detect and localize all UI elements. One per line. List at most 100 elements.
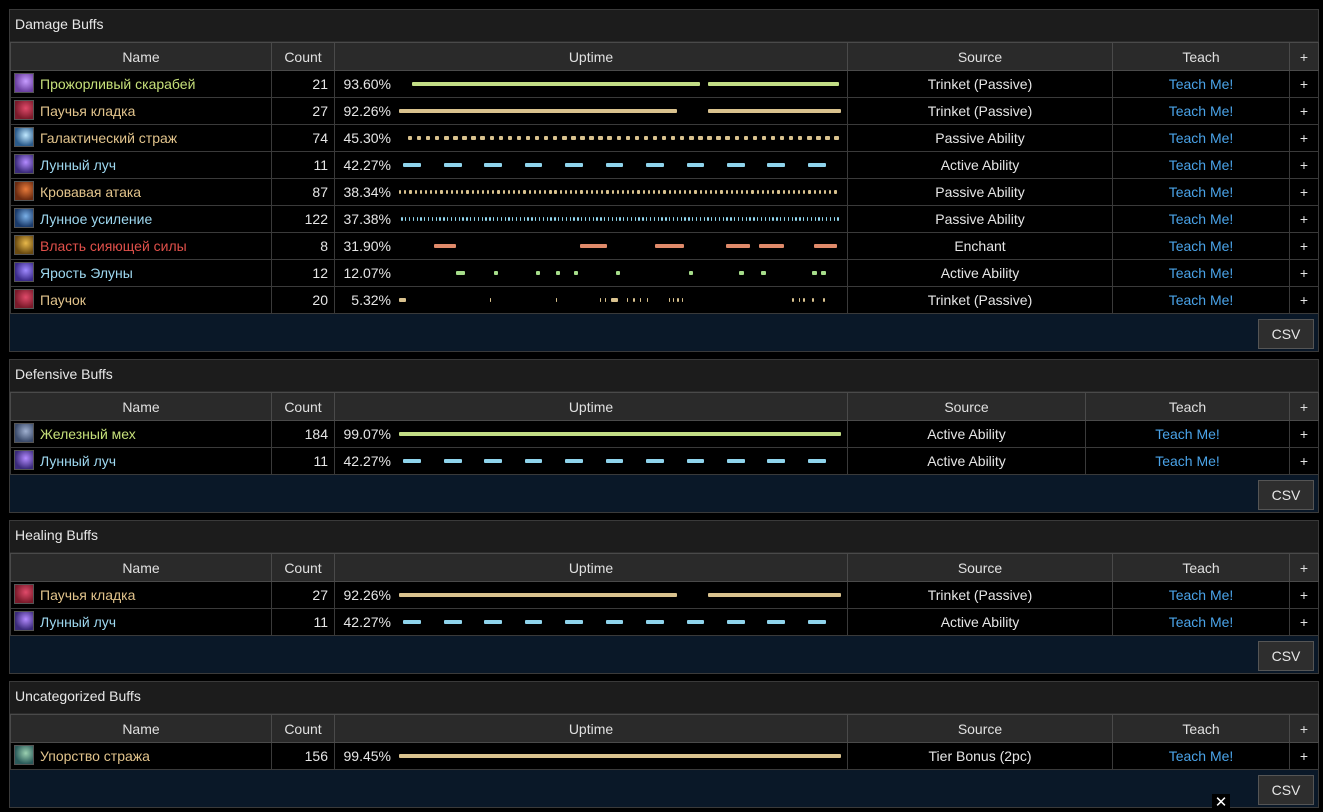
uptime-timeline[interactable]: [399, 234, 841, 259]
column-header-name[interactable]: Name: [10, 392, 272, 421]
buff-name-link[interactable]: Железный мех: [40, 426, 136, 442]
expand-row-button[interactable]: +: [1289, 286, 1319, 314]
teach-me-link[interactable]: Teach Me!: [1085, 420, 1290, 448]
expand-row-button[interactable]: +: [1289, 70, 1319, 98]
close-icon[interactable]: ✕: [1212, 794, 1230, 812]
uptime-segment: [533, 190, 536, 194]
buff-name-link[interactable]: Паучок: [40, 292, 86, 308]
expand-row-button[interactable]: +: [1289, 97, 1319, 125]
buff-name-link[interactable]: Власть сияющей силы: [40, 238, 187, 254]
teach-me-link[interactable]: Teach Me!: [1112, 259, 1290, 287]
column-header-name[interactable]: Name: [10, 42, 272, 71]
column-header-teach[interactable]: Teach: [1112, 714, 1290, 743]
uptime-segment: [565, 163, 583, 167]
column-header-count[interactable]: Count: [271, 42, 335, 71]
uptime-timeline[interactable]: [399, 288, 841, 313]
expand-row-button[interactable]: +: [1289, 124, 1319, 152]
buff-name-link[interactable]: Галактический страж: [40, 130, 177, 146]
uptime-segment: [604, 217, 606, 221]
column-header-name[interactable]: Name: [10, 553, 272, 582]
csv-export-button[interactable]: CSV: [1258, 480, 1314, 510]
buff-name-link[interactable]: Паучья кладка: [40, 103, 135, 119]
expand-row-button[interactable]: +: [1289, 608, 1319, 636]
column-header-count[interactable]: Count: [271, 553, 335, 582]
uptime-percent: 42.27%: [343, 157, 391, 173]
column-header-uptime[interactable]: Uptime: [334, 392, 848, 421]
teach-me-link[interactable]: Teach Me!: [1112, 286, 1290, 314]
uptime-timeline[interactable]: [399, 99, 841, 124]
teach-me-link[interactable]: Teach Me!: [1112, 205, 1290, 233]
teach-me-link[interactable]: Teach Me!: [1112, 232, 1290, 260]
buff-name-link[interactable]: Лунный луч: [40, 157, 116, 173]
buff-name-link[interactable]: Лунный луч: [40, 614, 116, 630]
expand-row-button[interactable]: +: [1289, 205, 1319, 233]
buff-name-link[interactable]: Ярость Элуны: [40, 265, 133, 281]
uptime-timeline[interactable]: [399, 422, 841, 447]
uptime-timeline[interactable]: [399, 744, 841, 769]
column-header-teach[interactable]: Teach: [1085, 392, 1290, 421]
uptime-timeline[interactable]: [399, 180, 841, 205]
column-header-plus[interactable]: +: [1289, 553, 1319, 582]
column-header-source[interactable]: Source: [847, 42, 1113, 71]
column-header-plus[interactable]: +: [1289, 392, 1319, 421]
column-header-count[interactable]: Count: [271, 714, 335, 743]
uptime-timeline[interactable]: [399, 261, 841, 286]
column-header-teach[interactable]: Teach: [1112, 42, 1290, 71]
csv-export-button[interactable]: CSV: [1258, 775, 1314, 805]
expand-row-button[interactable]: +: [1289, 420, 1319, 448]
buff-name-link[interactable]: Лунный луч: [40, 453, 116, 469]
uptime-segment: [404, 190, 407, 194]
teach-me-link[interactable]: Teach Me!: [1112, 608, 1290, 636]
teach-me-link[interactable]: Teach Me!: [1112, 742, 1290, 770]
uptime-timeline[interactable]: [399, 207, 841, 232]
uptime-timeline[interactable]: [399, 72, 841, 97]
uptime-segment: [726, 244, 751, 248]
column-header-plus[interactable]: +: [1289, 714, 1319, 743]
uptime-segment: [425, 136, 431, 140]
column-header-plus[interactable]: +: [1289, 42, 1319, 71]
teach-me-link[interactable]: Teach Me!: [1112, 97, 1290, 125]
buff-name-link[interactable]: Упорство стража: [40, 748, 150, 764]
panel-title: Healing Buffs: [10, 521, 1318, 553]
uptime-timeline[interactable]: [399, 126, 841, 151]
teach-me-link[interactable]: Teach Me!: [1112, 581, 1290, 609]
uptime-segment: [734, 217, 736, 221]
column-header-source[interactable]: Source: [847, 714, 1113, 743]
teach-me-link[interactable]: Teach Me!: [1112, 178, 1290, 206]
uptime-timeline[interactable]: [399, 583, 841, 608]
teach-me-link[interactable]: Teach Me!: [1112, 124, 1290, 152]
uptime-timeline[interactable]: [399, 610, 841, 635]
expand-row-button[interactable]: +: [1289, 581, 1319, 609]
expand-row-button[interactable]: +: [1289, 742, 1319, 770]
uptime-segment: [447, 217, 449, 221]
column-header-source[interactable]: Source: [847, 553, 1113, 582]
uptime-segment: [658, 190, 661, 194]
column-header-teach[interactable]: Teach: [1112, 553, 1290, 582]
buff-name-link[interactable]: Лунное усиление: [40, 211, 152, 227]
uptime-timeline[interactable]: [399, 449, 841, 474]
column-header-count[interactable]: Count: [271, 392, 335, 421]
uptime-segment: [686, 620, 705, 624]
expand-row-button[interactable]: +: [1289, 232, 1319, 260]
buff-name-link[interactable]: Паучья кладка: [40, 587, 135, 603]
teach-me-link[interactable]: Teach Me!: [1112, 151, 1290, 179]
column-header-source[interactable]: Source: [847, 392, 1086, 421]
csv-export-button[interactable]: CSV: [1258, 641, 1314, 671]
uptime-segment: [652, 190, 656, 194]
table-row: Упорство стража 156 99.45% Tier Bonus (2pc)…: [10, 742, 1319, 770]
teach-me-link[interactable]: Teach Me!: [1112, 70, 1290, 98]
column-header-name[interactable]: Name: [10, 714, 272, 743]
csv-export-button[interactable]: CSV: [1258, 319, 1314, 349]
uptime-timeline[interactable]: [399, 153, 841, 178]
expand-row-button[interactable]: +: [1289, 178, 1319, 206]
expand-row-button[interactable]: +: [1289, 151, 1319, 179]
column-header-uptime[interactable]: Uptime: [334, 553, 848, 582]
buff-name-link[interactable]: Прожорливый скарабей: [40, 76, 195, 92]
uptime-segment: [615, 217, 617, 221]
column-header-uptime[interactable]: Uptime: [334, 42, 848, 71]
expand-row-button[interactable]: +: [1289, 447, 1319, 475]
column-header-uptime[interactable]: Uptime: [334, 714, 848, 743]
teach-me-link[interactable]: Teach Me!: [1085, 447, 1290, 475]
buff-name-link[interactable]: Кровавая атака: [40, 184, 141, 200]
expand-row-button[interactable]: +: [1289, 259, 1319, 287]
